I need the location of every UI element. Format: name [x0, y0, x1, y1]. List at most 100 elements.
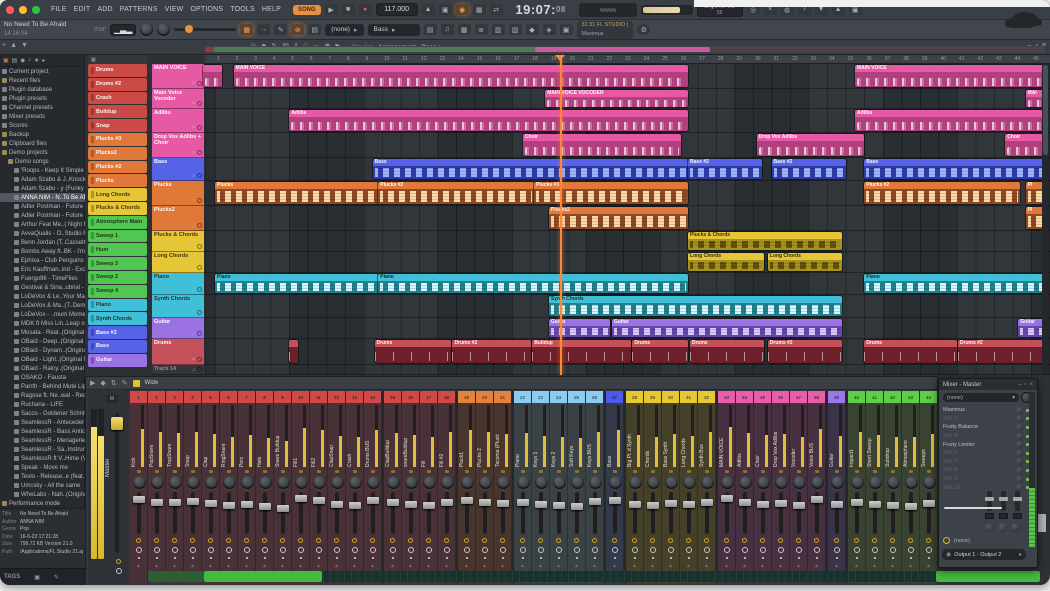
mixer-channel[interactable]: 9Snare Buildup▲ — [274, 391, 292, 583]
mixer-hand-icon[interactable]: ◆ — [100, 379, 105, 387]
record-arm-dot[interactable] — [910, 557, 912, 559]
browser-item[interactable]: ANNA NIM - N..To Be Afraid — [0, 193, 85, 202]
clip[interactable]: Bass #2 — [688, 159, 762, 179]
mixer-channel[interactable]: 20Plucks 2▲ — [476, 391, 494, 583]
fx-enable-lamp-icon[interactable] — [136, 538, 141, 543]
channel-rack-icon[interactable]: ▦ — [458, 24, 471, 35]
fx-enable-lamp-icon[interactable] — [208, 538, 213, 543]
mixer-channel[interactable]: 40Impact1▲ — [848, 391, 866, 583]
pattern-item[interactable]: Piano — [88, 299, 147, 312]
bottom-scrollbar-segment[interactable] — [148, 571, 204, 582]
channel-fader[interactable] — [743, 492, 747, 534]
browser-item[interactable]: 'Roops - Keep It Simple - 2015 — [0, 166, 85, 175]
channel-fader-handle[interactable] — [517, 499, 529, 506]
channel-fader-handle[interactable] — [349, 502, 361, 509]
tags-folder-icon[interactable]: ▣ — [34, 574, 40, 581]
pan-knob[interactable] — [367, 476, 380, 489]
pan-knob[interactable] — [441, 476, 454, 489]
pattern-item[interactable]: Sweep 4 — [88, 285, 147, 298]
stereo-knob-icon[interactable] — [154, 547, 160, 553]
bottom-scrollbar-segment[interactable] — [936, 571, 1040, 582]
track-header[interactable]: Drop Vox Adlibs + Choir≈ — [152, 133, 204, 158]
browser-item[interactable]: AvvaQualis - O..Studio Remix) — [0, 229, 85, 238]
clip[interactable]: Drums — [632, 340, 688, 363]
stereo-knob-icon[interactable] — [908, 547, 914, 553]
channel-fader-handle[interactable] — [905, 503, 917, 510]
mixer-channel[interactable]: 19Pluck1▲ — [458, 391, 476, 583]
fx-slot-knob[interactable] — [1016, 407, 1023, 414]
record-arm-dot[interactable] — [634, 557, 636, 559]
mixer-icon[interactable]: ≣ — [475, 24, 488, 35]
record-arm-dot[interactable] — [336, 557, 338, 559]
browser-tab-all-icon[interactable]: ▣ — [3, 57, 9, 64]
clip[interactable]: Drums #2 — [768, 340, 842, 363]
track-header[interactable]: Plucks2♪ — [152, 206, 204, 231]
stereo-knob-icon[interactable] — [574, 547, 580, 553]
stereo-knob-icon[interactable] — [778, 547, 784, 553]
record-arm-dot[interactable] — [540, 557, 542, 559]
mixer-mute-led[interactable] — [501, 470, 505, 473]
menu-item-file[interactable]: FILE — [51, 6, 67, 13]
mixer-channel[interactable]: 41Short Sweep▲ — [866, 391, 884, 583]
fx-enable-lamp-icon[interactable] — [760, 538, 765, 543]
clip[interactable]: MAIN VOICE VOCODER — [545, 90, 688, 107]
fx-slot[interactable]: Slot 6 — [943, 449, 1029, 458]
clip[interactable]: Bass — [864, 159, 1045, 179]
stereo-knob-icon[interactable] — [724, 547, 730, 553]
stereo-knob-icon[interactable] — [796, 547, 802, 553]
browser-item[interactable]: Adam Szabo & J..Knock Me Out — [0, 175, 85, 184]
plugin-picker-icon[interactable]: ◆ — [526, 24, 539, 35]
channel-fader[interactable] — [445, 492, 449, 534]
mixer-channel[interactable]: 35Choir▲ — [754, 391, 772, 583]
track-mute-icon[interactable] — [197, 150, 202, 155]
menu-item-patterns[interactable]: PATTERNS — [120, 6, 158, 13]
pan-knob[interactable] — [331, 476, 344, 489]
channel-fader-handle[interactable] — [887, 502, 899, 509]
track-header[interactable]: Piano♪ — [152, 273, 204, 295]
channel-fader[interactable] — [797, 492, 801, 534]
pattern-item[interactable]: Sweep 3 — [88, 257, 147, 270]
record-arm-dot[interactable] — [892, 557, 894, 559]
browser-item[interactable]: OBaid - Light..(Original Mix) — [0, 355, 85, 364]
channel-fader-handle[interactable] — [665, 500, 677, 507]
record-arm-dot[interactable] — [780, 557, 782, 559]
mixer-updown-icon[interactable]: ⇅ — [111, 379, 117, 387]
shuffle-slider[interactable] — [174, 28, 236, 31]
browser-item[interactable]: Scores — [0, 121, 85, 130]
pan-knob[interactable] — [405, 476, 418, 489]
pan-knob[interactable] — [923, 476, 936, 489]
channel-fader[interactable] — [855, 492, 859, 534]
fx-enable-lamp-icon[interactable] — [444, 538, 449, 543]
stereo-knob-icon[interactable] — [854, 547, 860, 553]
channel-fader-handle[interactable] — [277, 505, 289, 512]
channel-fader-handle[interactable] — [701, 499, 713, 506]
channel-fader[interactable] — [873, 492, 877, 534]
stereo-knob-icon[interactable] — [632, 547, 638, 553]
fx-enable-lamp-icon[interactable] — [908, 538, 913, 543]
browser-item[interactable]: Mixer presets — [0, 112, 85, 121]
browser-item[interactable]: Ruchana - LIFE — [0, 400, 85, 409]
track-mute-icon[interactable] — [197, 367, 202, 372]
record-arm-dot[interactable] — [502, 557, 504, 559]
channel-fader-handle[interactable] — [313, 497, 325, 504]
mixer-mute-led[interactable] — [155, 470, 159, 473]
pan-knob[interactable] — [571, 476, 584, 489]
master-strip[interactable]: M Master — [88, 391, 129, 584]
timeline-ruler[interactable]: 1234567891011121314151617181920212223242… — [205, 55, 1050, 64]
pan-knob[interactable] — [609, 476, 622, 489]
browser-item[interactable]: Backup — [0, 130, 85, 139]
record-arm-dot[interactable] — [874, 557, 876, 559]
stereo-knob-icon[interactable] — [244, 547, 250, 553]
pan-knob[interactable] — [905, 476, 918, 489]
stereo-knob-icon[interactable] — [408, 547, 414, 553]
mixer-play-icon[interactable]: ▶ — [90, 379, 95, 387]
playlist-icon[interactable]: ▤ — [424, 24, 437, 35]
mixer-view-label[interactable]: Wide — [145, 380, 159, 386]
channel-fader-handle[interactable] — [721, 495, 733, 502]
mixer-edit-icon[interactable]: ✎ — [122, 379, 128, 387]
channel-fader[interactable] — [651, 492, 655, 534]
touch-controller-icon[interactable]: ◈ — [543, 24, 556, 35]
channel-fader-handle[interactable] — [775, 500, 787, 507]
fx-slot[interactable]: Slot 8 — [943, 466, 1029, 475]
mixer-channel[interactable]: 18Fill #2▲ — [438, 391, 456, 583]
